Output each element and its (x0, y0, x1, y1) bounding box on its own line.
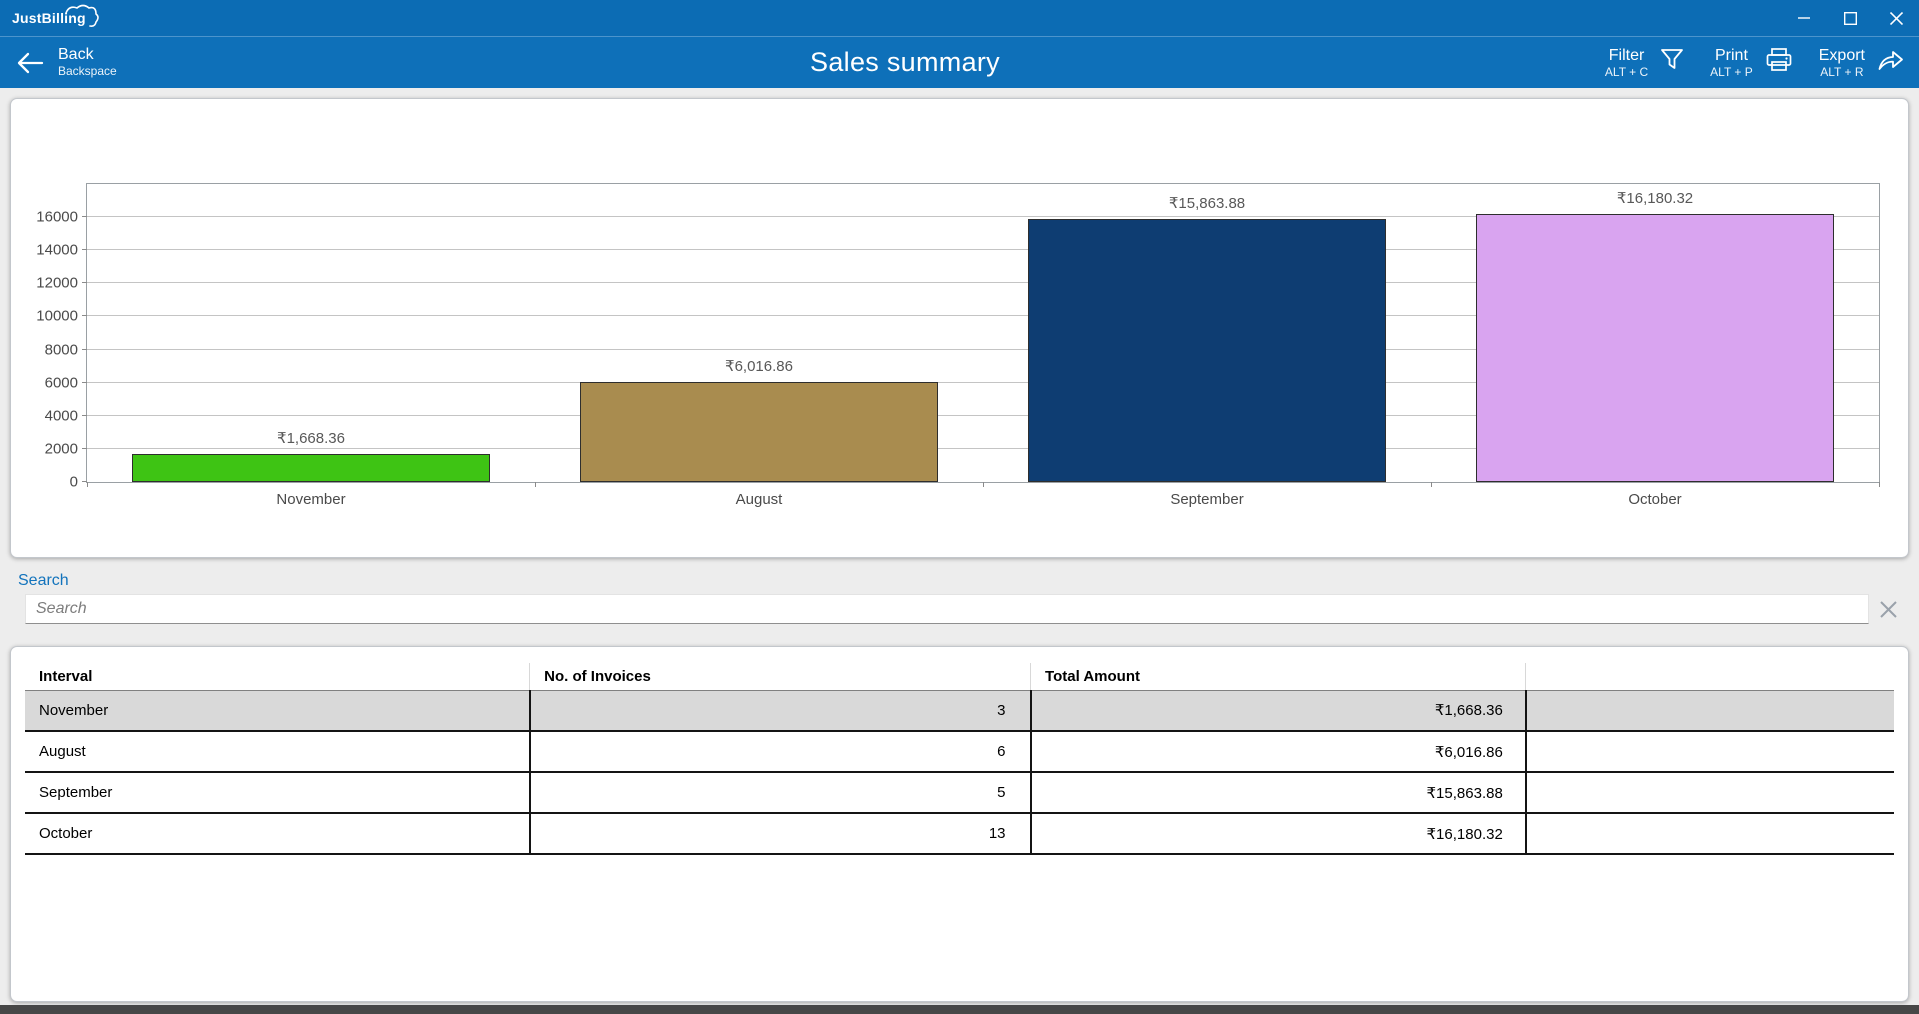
column-header-filler (1526, 663, 1894, 690)
page-title: Sales summary (810, 47, 1000, 78)
close-button[interactable] (1873, 0, 1919, 36)
cell-filler (1526, 813, 1894, 854)
y-axis-label: 10000 (36, 308, 78, 325)
bar-value-label: ₹16,180.32 (1431, 189, 1879, 207)
cell-invoices: 5 (530, 772, 1031, 813)
x-axis-category-label: November (87, 491, 535, 508)
x-axis-category-label: October (1431, 491, 1879, 508)
summary-table-panel: Interval No. of Invoices Total Amount No… (10, 646, 1909, 1002)
back-label: Back (58, 46, 117, 64)
y-axis-label: 14000 (36, 242, 78, 259)
search-label: Search (18, 572, 1919, 590)
x-axis-category-label: August (535, 491, 983, 508)
x-axis-tick (1879, 482, 1880, 487)
cell-interval: August (25, 731, 530, 772)
close-icon (1890, 12, 1903, 25)
chart-bar[interactable] (580, 382, 938, 482)
cell-invoices: 6 (530, 731, 1031, 772)
print-shortcut: ALT + P (1710, 65, 1753, 79)
filter-button[interactable]: Filter ALT + C (1605, 46, 1684, 80)
table-row[interactable]: November3₹1,668.36 (25, 690, 1894, 731)
filter-label: Filter (1609, 46, 1645, 65)
window-controls (1781, 0, 1919, 36)
chart-category: ₹1,668.36November (87, 184, 535, 482)
y-axis-label: 4000 (45, 407, 78, 424)
table-header-row: Interval No. of Invoices Total Amount (25, 663, 1894, 690)
table-row[interactable]: August6₹6,016.86 (25, 731, 1894, 772)
search-row (25, 594, 1907, 624)
cell-amount: ₹1,668.36 (1031, 690, 1526, 731)
bar-value-label: ₹15,863.88 (983, 194, 1431, 212)
minimize-icon (1798, 12, 1810, 24)
print-label: Print (1715, 46, 1748, 65)
search-clear-button[interactable] (1869, 601, 1907, 618)
print-button[interactable]: Print ALT + P (1710, 46, 1793, 80)
x-axis-tick (1431, 482, 1432, 487)
cell-invoices: 13 (530, 813, 1031, 854)
cell-amount: ₹15,863.88 (1031, 772, 1526, 813)
cell-filler (1526, 690, 1894, 731)
export-share-icon (1877, 47, 1905, 78)
y-axis-label: 8000 (45, 341, 78, 358)
x-axis-tick (983, 482, 984, 487)
y-axis-label: 16000 (36, 209, 78, 226)
maximize-button[interactable] (1827, 0, 1873, 36)
back-button[interactable]: Back Backspace (16, 46, 117, 78)
chart-category: ₹15,863.88September (983, 184, 1431, 482)
cell-amount: ₹6,016.86 (1031, 731, 1526, 772)
cloud-logo-icon (64, 3, 104, 33)
app-logo: JustBilling (12, 10, 100, 26)
chart-category: ₹6,016.86August (535, 184, 983, 482)
cell-interval: November (25, 690, 530, 731)
table-row[interactable]: October13₹16,180.32 (25, 813, 1894, 854)
command-bar: Back Backspace Sales summary Filter ALT … (0, 36, 1919, 88)
column-header-interval[interactable]: Interval (25, 663, 530, 690)
y-axis-label: 2000 (45, 440, 78, 457)
search-input[interactable] (25, 594, 1869, 624)
export-button[interactable]: Export ALT + R (1819, 46, 1905, 80)
y-axis-label: 0 (70, 474, 78, 491)
y-axis-label: 6000 (45, 374, 78, 391)
x-axis-tick (87, 482, 88, 487)
cell-interval: October (25, 813, 530, 854)
chart-bar[interactable] (1028, 219, 1386, 482)
minimize-button[interactable] (1781, 0, 1827, 36)
command-actions: Filter ALT + C Print ALT + P (1605, 46, 1905, 80)
export-label: Export (1819, 46, 1865, 65)
cell-interval: September (25, 772, 530, 813)
back-shortcut: Backspace (58, 65, 117, 79)
clear-x-icon (1880, 601, 1897, 618)
summary-table-body: November3₹1,668.36August6₹6,016.86Septem… (25, 690, 1894, 854)
chart-plot: 0200040006000800010000120001400016000₹1,… (86, 183, 1880, 483)
bar-value-label: ₹6,016.86 (535, 357, 983, 375)
table-row[interactable]: September5₹15,863.88 (25, 772, 1894, 813)
column-header-amount[interactable]: Total Amount (1031, 663, 1526, 690)
chart-bar[interactable] (132, 454, 490, 482)
x-axis-category-label: September (983, 491, 1431, 508)
titlebar: JustBilling (0, 0, 1919, 36)
back-arrow-icon (16, 51, 44, 75)
bar-value-label: ₹1,668.36 (87, 429, 535, 447)
filter-funnel-icon (1660, 47, 1684, 78)
column-header-invoices[interactable]: No. of Invoices (530, 663, 1031, 690)
cell-invoices: 3 (530, 690, 1031, 731)
cell-amount: ₹16,180.32 (1031, 813, 1526, 854)
export-shortcut: ALT + R (1820, 65, 1863, 79)
filter-shortcut: ALT + C (1605, 65, 1648, 79)
cell-filler (1526, 772, 1894, 813)
printer-icon (1765, 47, 1793, 78)
cell-filler (1526, 731, 1894, 772)
x-axis-tick (535, 482, 536, 487)
y-axis-label: 12000 (36, 275, 78, 292)
maximize-icon (1844, 12, 1857, 25)
chart-bar[interactable] (1476, 214, 1834, 482)
window-bottom-edge (0, 1005, 1919, 1014)
sales-chart-panel: 0 2000 4000 6000 8000 10000 12000 14000 16000 ₹1,… (10, 98, 1909, 558)
chart-category: ₹16,180.32October (1431, 184, 1879, 482)
summary-table: Interval No. of Invoices Total Amount No… (25, 663, 1894, 855)
